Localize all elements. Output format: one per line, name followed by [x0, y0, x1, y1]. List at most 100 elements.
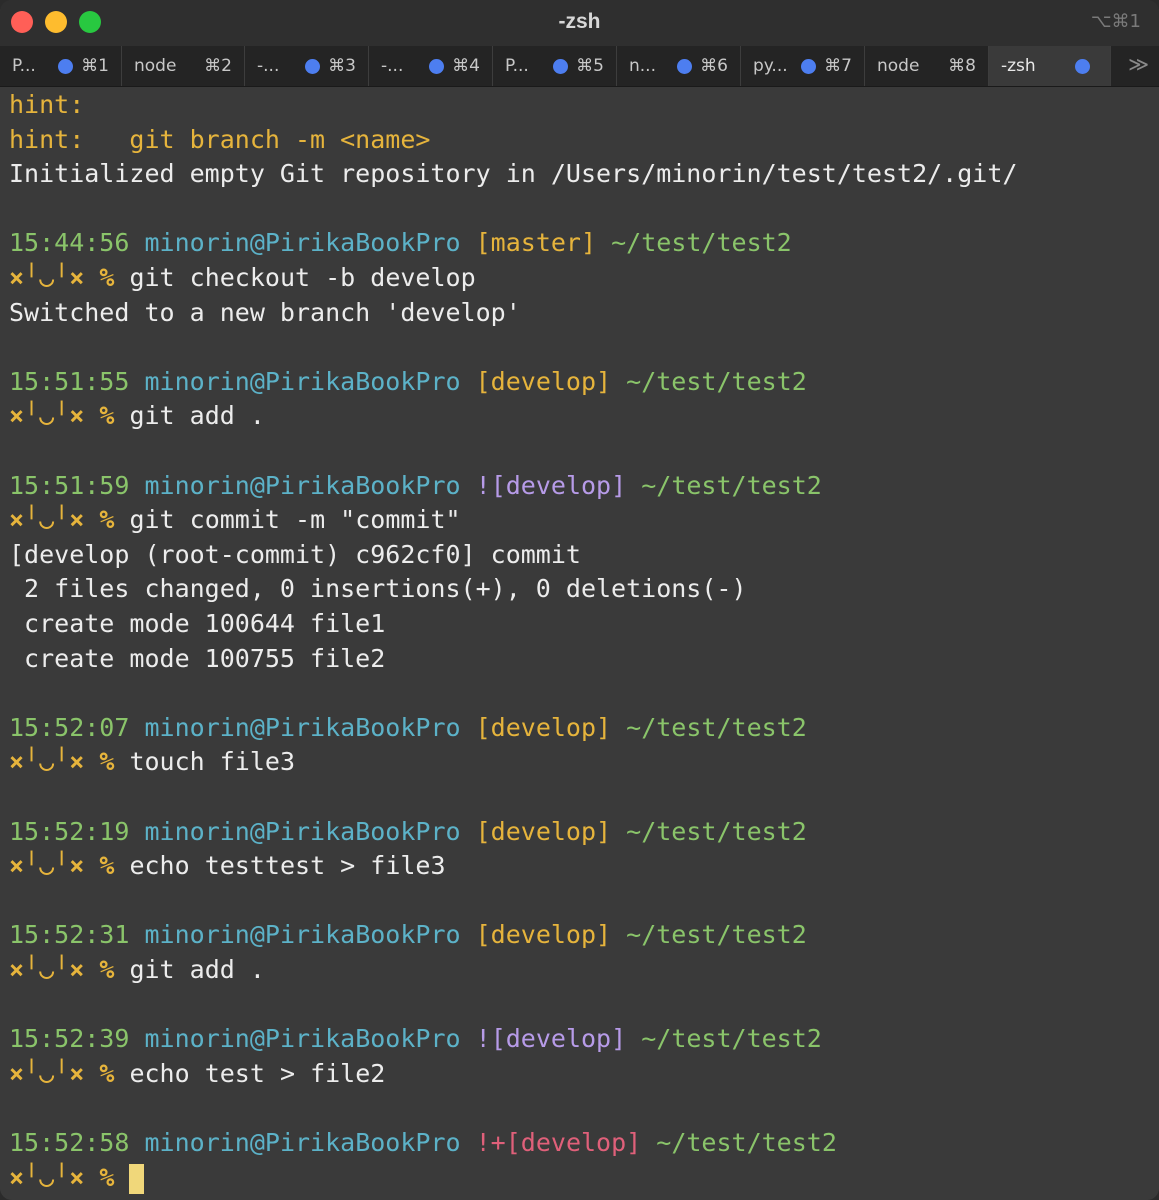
output-text: create mode 100755 file2	[9, 643, 386, 673]
tab-3[interactable]: -... ⌘3	[245, 46, 369, 86]
output-line: hint: git branch -m <name>	[9, 124, 430, 156]
prompt-sigil: %	[99, 505, 115, 535]
tab-shortcut: ⌘5	[576, 56, 604, 76]
prompt-git-branch: [develop]	[475, 920, 612, 950]
output-text: hint:	[9, 90, 85, 119]
prompt-user-host: minorin@PirikaBookPro	[144, 366, 461, 396]
prompt-time: 15:51:59	[9, 470, 130, 500]
tab-2[interactable]: node ⌘2	[122, 46, 245, 86]
tab-label: node	[134, 56, 177, 76]
tab-label: node	[877, 56, 920, 76]
prompt-git-branch: [develop]	[475, 366, 612, 396]
prompt-git-branch: [develop]	[505, 1128, 642, 1157]
tab-9[interactable]: -zsh	[989, 46, 1111, 86]
output-line: create mode 100644 file1	[9, 608, 385, 640]
activity-dot-icon	[429, 58, 445, 74]
tab-8[interactable]: node ⌘8	[865, 46, 989, 86]
prompt-command-line: ×╵◡╵× %	[9, 1162, 145, 1194]
tab-7[interactable]: py... ⌘7	[741, 46, 865, 86]
prompt-face: ×╵◡╵×	[9, 505, 85, 535]
prompt-user-host: minorin@PirikaBookPro	[144, 470, 461, 500]
prompt-path: ~/test/test2	[656, 1128, 837, 1157]
output-text: create mode 100644 file1	[9, 609, 386, 638]
command-text: git add .	[129, 955, 265, 984]
activity-dot-icon	[553, 58, 569, 74]
prompt-time: 15:52:07	[9, 712, 130, 742]
activity-dot-icon	[305, 58, 321, 74]
prompt-sigil: %	[99, 747, 115, 777]
command-text: echo test > file2	[129, 1058, 386, 1088]
prompt-time: 15:51:55	[9, 366, 130, 396]
terminal-content[interactable]: hint: hint: git branch -m <name> Initializ…	[0, 87, 1159, 1200]
prompt-face: ×╵◡╵×	[9, 401, 85, 431]
prompt-path: ~/test/test2	[611, 228, 792, 258]
prompt-header: 15:51:55 minorin@PirikaBookPro [develop]…	[9, 366, 807, 398]
tab-label: P...	[505, 56, 529, 76]
tab-shortcut: ⌘3	[328, 56, 356, 76]
prompt-git-branch: [master]	[475, 228, 597, 258]
prompt-git-status: !+	[475, 1128, 506, 1157]
prompt-time: 15:52:31	[9, 920, 130, 950]
tab-label: n...	[629, 56, 656, 76]
prompt-command-line: ×╵◡╵× % git add .	[9, 400, 265, 432]
prompt-header: 15:52:31 minorin@PirikaBookPro [develop]…	[9, 919, 807, 951]
prompt-header: 15:44:56 minorin@PirikaBookPro [master] …	[9, 227, 792, 259]
output-line: 2 files changed, 0 insertions(+), 0 dele…	[9, 573, 747, 605]
output-line: Switched to a new branch 'develop'	[9, 297, 521, 329]
title-bar: -zsh ⌥⌘1	[0, 0, 1159, 46]
prompt-command-line: ×╵◡╵× % echo test > file2	[9, 1058, 385, 1090]
tab-1[interactable]: P... ⌘1	[0, 46, 122, 86]
output-line: hint:	[9, 89, 84, 121]
tab-shortcut: ⌘1	[81, 56, 109, 76]
output-text: 2 files changed, 0 insertions(+), 0 dele…	[9, 574, 747, 604]
prompt-face: ×╵◡╵×	[9, 1058, 85, 1088]
prompt-git-branch: [develop]	[490, 470, 627, 500]
tab-4[interactable]: -... ⌘4	[369, 46, 493, 86]
prompt-command-line: ×╵◡╵× % git checkout -b develop	[9, 262, 476, 294]
output-text: hint: git branch -m <name>	[9, 124, 431, 154]
prompt-header: 15:52:58 minorin@PirikaBookPro !+[develo…	[9, 1127, 837, 1159]
window-shortcut: ⌥⌘1	[1090, 11, 1141, 32]
output-text: [develop (root-commit) c962cf0] commit	[9, 539, 581, 569]
prompt-path: ~/test/test2	[626, 920, 807, 950]
prompt-face: ×╵◡╵×	[9, 747, 85, 777]
tab-6[interactable]: n... ⌘6	[617, 46, 741, 86]
prompt-sigil: %	[99, 955, 115, 984]
prompt-path: ~/test/test2	[641, 1024, 822, 1054]
prompt-sigil: %	[99, 263, 115, 292]
text-cursor[interactable]	[129, 1163, 145, 1194]
window-title: -zsh	[558, 10, 601, 33]
prompt-command-line: ×╵◡╵× % git commit -m "commit"	[9, 504, 461, 536]
prompt-face: ×╵◡╵×	[9, 263, 85, 292]
output-text: Switched to a new branch 'develop'	[9, 297, 521, 327]
output-text: Initialized empty Git repository in /Use…	[9, 159, 1018, 189]
activity-dot-icon	[1075, 58, 1090, 74]
prompt-user-host: minorin@PirikaBookPro	[144, 1128, 461, 1157]
prompt-user-host: minorin@PirikaBookPro	[144, 920, 461, 950]
command-text: git add .	[129, 401, 265, 431]
prompt-header: 15:52:07 minorin@PirikaBookPro [develop]…	[9, 712, 807, 744]
prompt-git-branch: [develop]	[475, 712, 612, 742]
prompt-face: ×╵◡╵×	[9, 851, 85, 881]
tab-shortcut: ⌘4	[452, 56, 480, 76]
tab-label: py...	[753, 56, 788, 76]
prompt-time: 15:44:56	[9, 228, 130, 258]
tab-5[interactable]: P... ⌘5	[493, 46, 617, 86]
activity-dot-icon	[677, 58, 693, 74]
activity-dot-icon	[801, 58, 817, 74]
tab-bar: P... ⌘1 node ⌘2 -... ⌘3 -... ⌘4 P... ⌘5 n... ⌘6 py..…	[0, 46, 1159, 87]
command-text: echo testtest > file3	[129, 851, 446, 881]
prompt-header: 15:52:39 minorin@PirikaBookPro ![develop…	[9, 1023, 822, 1055]
prompt-git-branch: [develop]	[490, 1024, 627, 1054]
tab-overflow-icon[interactable]: ≫	[1128, 52, 1149, 76]
prompt-git-status: !	[475, 470, 491, 500]
prompt-path: ~/test/test2	[626, 712, 807, 742]
tab-label: -...	[381, 56, 404, 76]
tab-label: -zsh	[1001, 56, 1036, 76]
tab-label: -...	[257, 56, 280, 76]
prompt-path: ~/test/test2	[641, 470, 822, 500]
prompt-user-host: minorin@PirikaBookPro	[144, 1024, 461, 1054]
tab-label: P...	[12, 56, 36, 76]
output-line: create mode 100755 file2	[9, 643, 385, 675]
prompt-time: 15:52:19	[9, 816, 130, 846]
